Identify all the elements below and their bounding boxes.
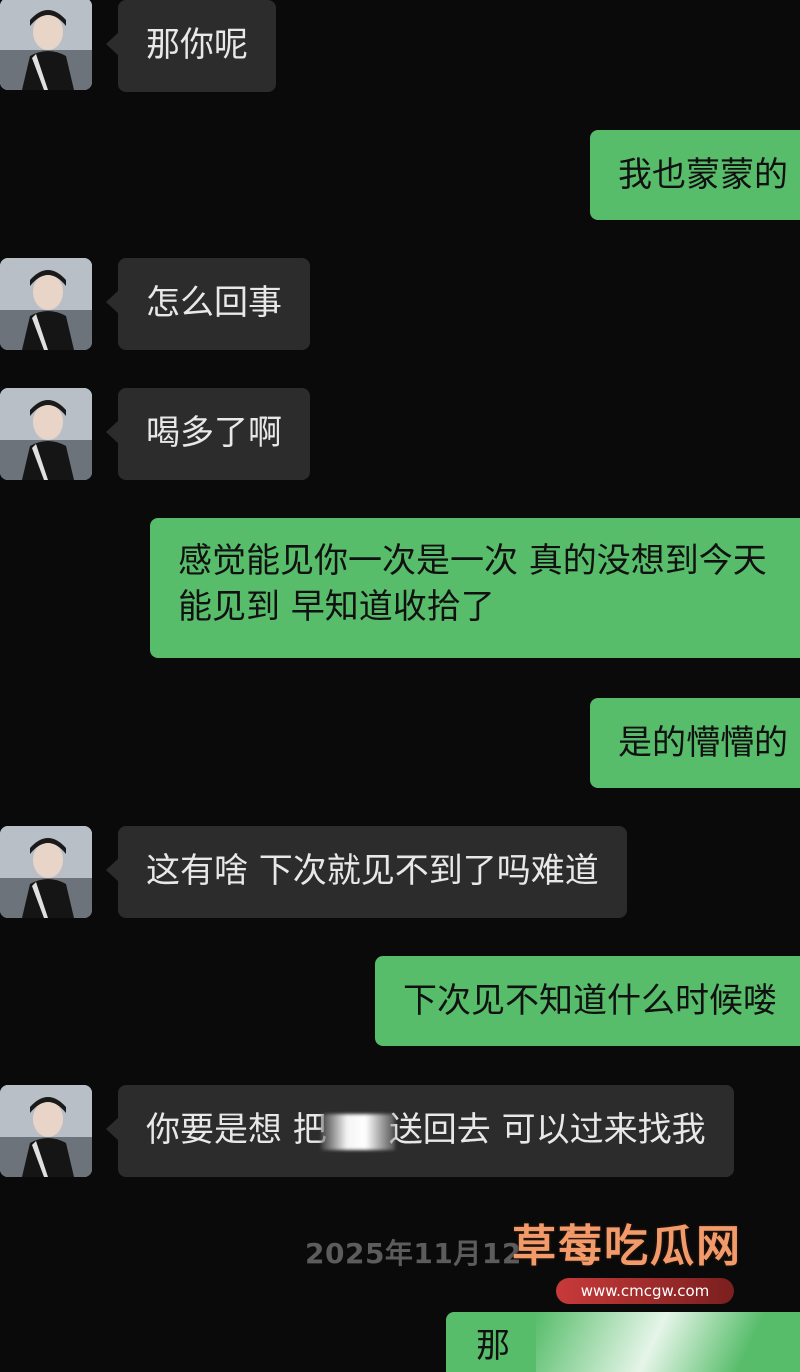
avatar[interactable] [0,388,92,480]
chat-bubble-outgoing[interactable]: 下次见不知道什么时候喽 [375,956,800,1046]
chat-bubble-incoming[interactable]: 你要是想 把 送回去 可以过来找我 [106,1085,734,1177]
timestamp: 2025年11月12 [305,1237,522,1270]
watermark-url: www.cmcgw.com [556,1278,734,1304]
chat-bubble-outgoing[interactable]: 是的懵懵的 [590,698,800,788]
chat-bubble-outgoing[interactable]: 我也蒙蒙的 [590,130,800,220]
message-text: 你要是想 把 [146,1110,327,1150]
message-text: 那 [476,1326,510,1366]
chat-bubble-incoming[interactable]: 怎么回事 [106,258,310,350]
message-text: 送回去 可以过来找我 [388,1110,706,1150]
message-line: 能见到 早知道收拾了 [178,587,495,627]
avatar[interactable] [0,826,92,918]
avatar[interactable] [0,258,92,350]
avatar[interactable] [0,1085,92,1177]
watermark-title: 草莓吃瓜网 [512,1221,742,1272]
redacted-text-blur [320,1113,395,1150]
chat-bubble-incoming[interactable]: 那你呢 [106,0,276,92]
avatar[interactable] [0,0,92,90]
chat-bubble-incoming[interactable]: 这有啥 下次就见不到了吗难道 [106,826,627,918]
chat-bubble-incoming[interactable]: 喝多了啊 [106,388,310,480]
message-line: 感觉能见你一次是一次 真的没想到今天 [178,541,767,581]
chat-bubble-outgoing[interactable]: 感觉能见你一次是一次 真的没想到今天 能见到 早知道收拾了 [150,518,800,658]
chat-bubble-outgoing-partial[interactable]: 那 [446,1312,800,1372]
